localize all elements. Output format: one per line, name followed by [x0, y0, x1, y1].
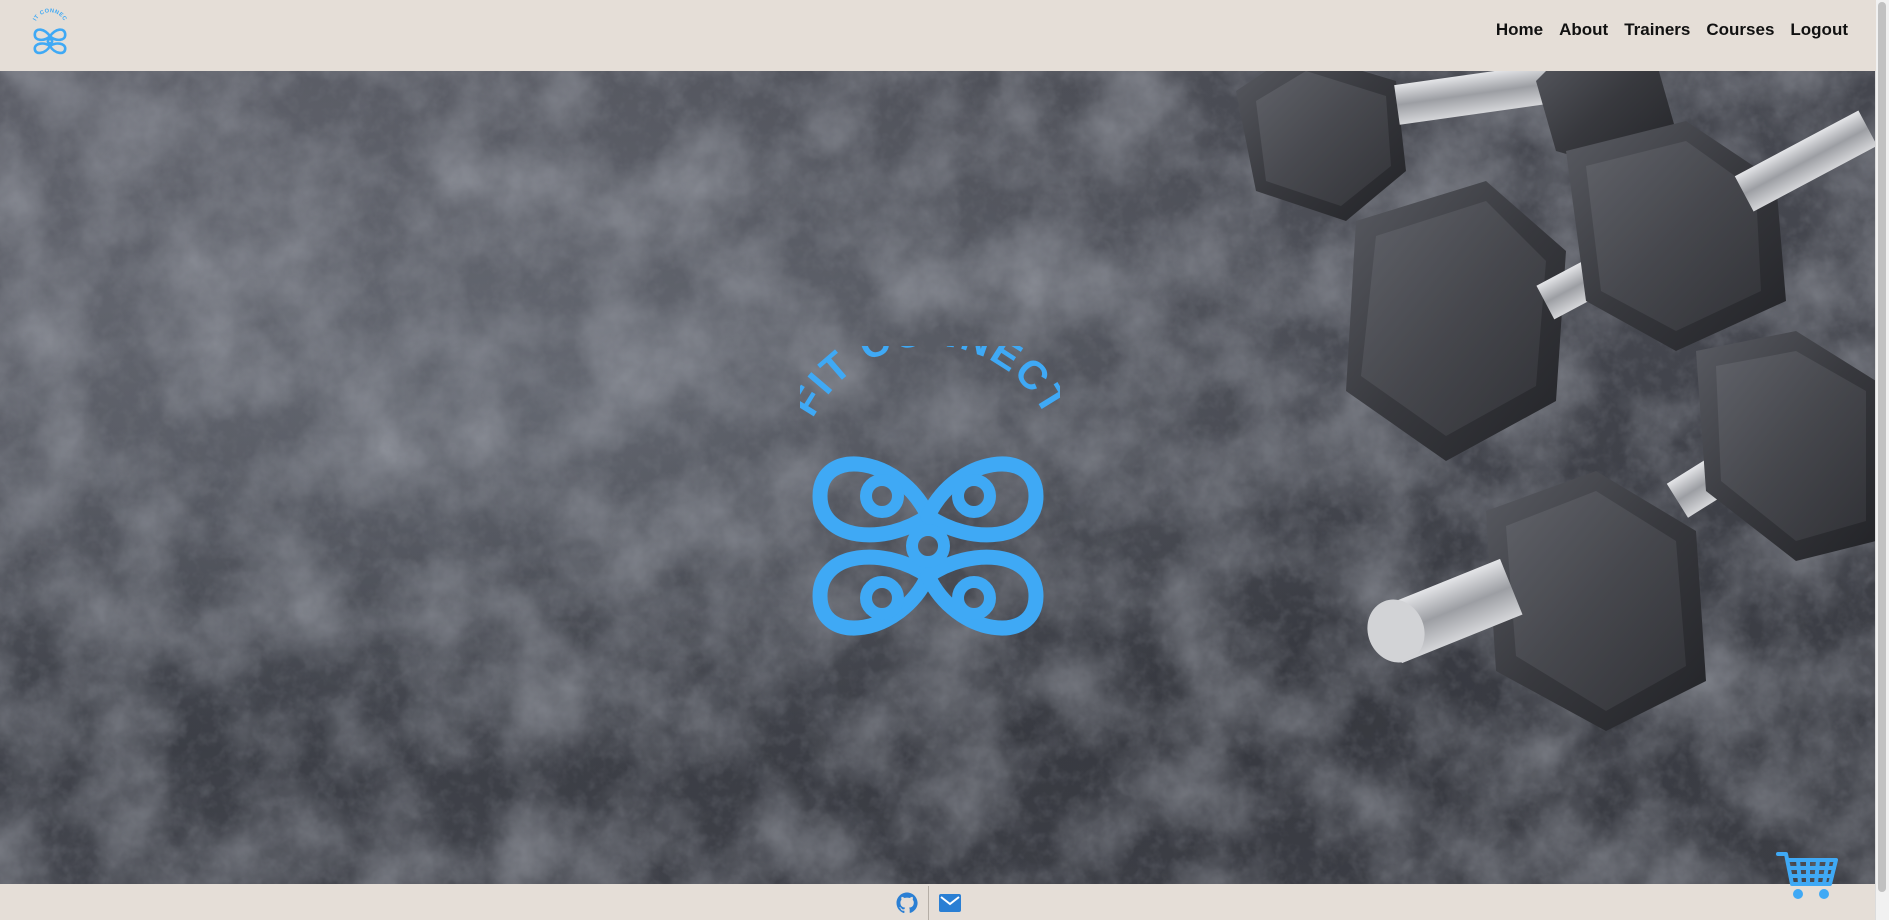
footer-bar — [0, 884, 1876, 920]
mail-icon[interactable] — [937, 890, 963, 916]
hero-banner: FIT CONNECT — [0, 71, 1876, 884]
github-icon[interactable] — [894, 890, 920, 916]
fit-connect-hero-logo: FIT CONNECT — [800, 346, 1060, 636]
main-nav: Home About Trainers Courses Logout — [1496, 20, 1848, 40]
fit-connect-logo[interactable]: FIT CONNECT — [28, 6, 72, 56]
footer-divider — [928, 886, 929, 920]
dumbbells-image — [1236, 71, 1876, 731]
page: FIT CONNECT Home About Trainers Courses … — [0, 0, 1889, 920]
nav-home-link[interactable]: Home — [1496, 20, 1543, 40]
nav-about-link[interactable]: About — [1559, 20, 1608, 40]
top-navbar: FIT CONNECT Home About Trainers Courses … — [0, 0, 1876, 71]
nav-courses-link[interactable]: Courses — [1706, 20, 1774, 40]
scrollbar-thumb[interactable] — [1878, 2, 1886, 892]
footer-social-links — [894, 886, 963, 920]
svg-text:FIT CONNECT: FIT CONNECT — [800, 346, 1060, 423]
nav-trainers-link[interactable]: Trainers — [1624, 20, 1690, 40]
nav-logout-link[interactable]: Logout — [1790, 20, 1848, 40]
vertical-scrollbar[interactable] — [1875, 0, 1889, 920]
shopping-cart-icon[interactable] — [1776, 850, 1840, 902]
svg-text:FIT CONNECT: FIT CONNECT — [28, 6, 68, 22]
